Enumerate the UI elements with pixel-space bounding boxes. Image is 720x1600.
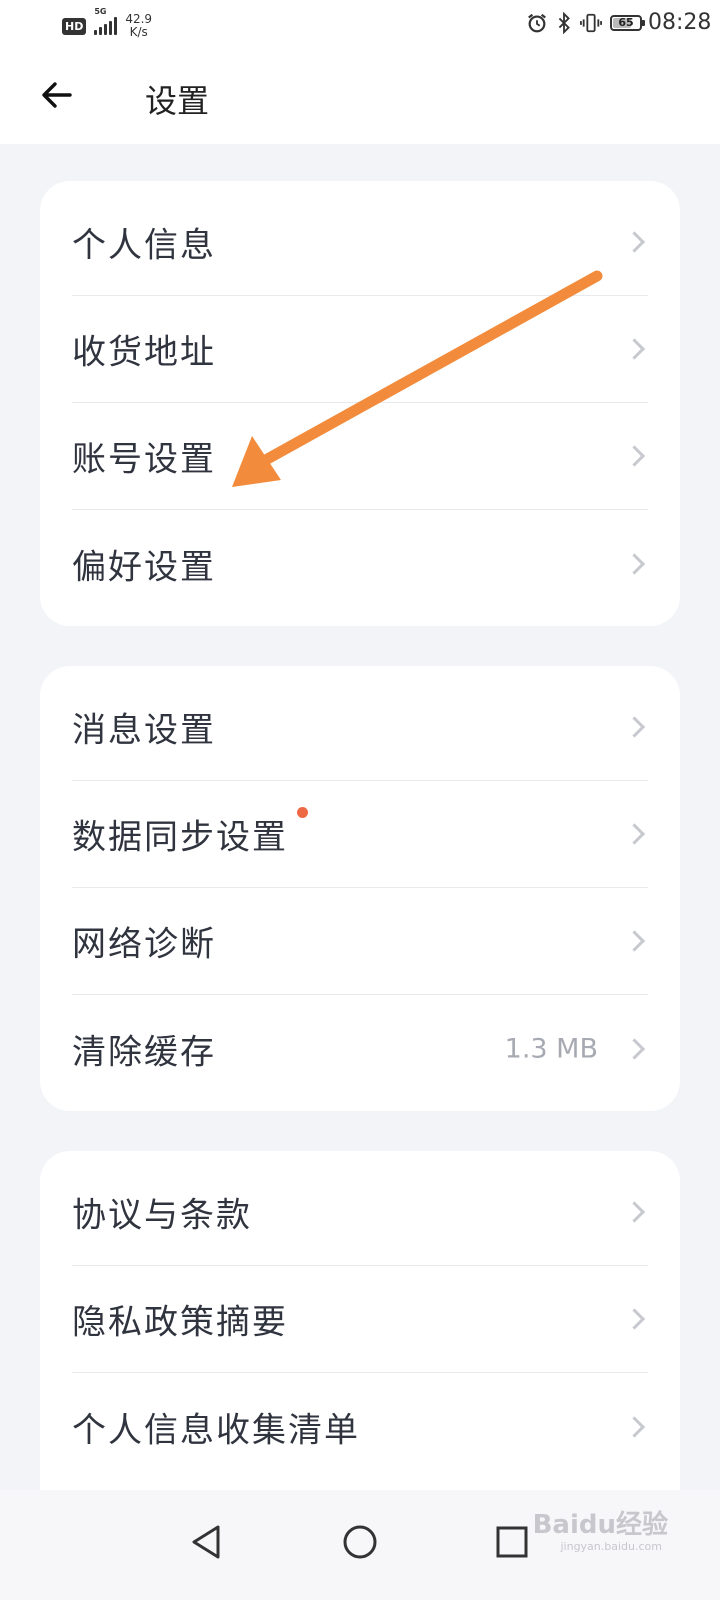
battery-icon: 65 (610, 15, 645, 31)
chevron-right-icon (623, 1037, 646, 1060)
status-right: 65 08:28 (526, 10, 711, 35)
network-type: 5G (94, 7, 107, 16)
settings-item-data-sync[interactable]: 数据同步设置 (72, 781, 648, 888)
item-label: 个人信息收集清单 (72, 1410, 360, 1450)
nav-home-button[interactable] (328, 1510, 392, 1574)
system-nav-bar: Baidu经验 jingyan.baidu.com (0, 1490, 720, 1600)
item-label: 协议与条款 (72, 1195, 252, 1236)
settings-item-message-settings[interactable]: 消息设置 (72, 674, 648, 781)
chevron-right-icon (623, 1201, 646, 1223)
item-label: 账号设置 (72, 439, 216, 480)
item-label: 个人信息 (72, 225, 216, 266)
hd-badge: HD (62, 17, 87, 35)
cache-size: 1.3 MB (504, 1033, 598, 1064)
chevron-right-icon (623, 716, 646, 738)
settings-item-preferences[interactable]: 偏好设置 (72, 510, 648, 617)
settings-item-personal-info[interactable]: 个人信息 (72, 189, 648, 296)
settings-item-account-settings[interactable]: 账号设置 (72, 403, 648, 510)
nav-back-icon (192, 1525, 220, 1559)
app-header: 设置 (0, 60, 720, 130)
chevron-right-icon (623, 338, 646, 360)
item-label: 数据同步设置 (72, 817, 288, 858)
back-arrow-icon (42, 82, 72, 108)
item-label: 清除缓存 (72, 1032, 216, 1072)
signal-icon: 5G (94, 8, 118, 35)
chevron-right-icon (623, 445, 646, 467)
chevron-right-icon (623, 1308, 646, 1330)
settings-card-general: 消息设置 数据同步设置 网络诊断 清除缓存 1.3 MB (40, 666, 680, 1111)
chevron-right-icon (623, 1415, 646, 1438)
page-title: 设置 (145, 82, 210, 120)
item-label: 收货地址 (72, 332, 216, 373)
watermark-url: jingyan.baidu.com (560, 1540, 662, 1553)
item-label: 偏好设置 (72, 547, 216, 587)
settings-item-network-diagnosis[interactable]: 网络诊断 (72, 888, 648, 995)
clock: 08:28 (648, 10, 712, 35)
chevron-right-icon (623, 930, 646, 952)
battery-level: 65 (618, 16, 634, 29)
back-button[interactable] (38, 75, 78, 115)
new-badge-dot (297, 807, 308, 818)
status-left: HD 5G 42.9 K/s (62, 8, 152, 44)
settings-item-privacy-summary[interactable]: 隐私政策摘要 (72, 1266, 648, 1373)
chevron-right-icon (623, 231, 646, 253)
speed-unit: K/s (129, 25, 148, 39)
watermark-logo: Baidu经验 (532, 1510, 668, 1540)
settings-item-shipping-address[interactable]: 收货地址 (72, 296, 648, 403)
status-bar: HD 5G 42.9 K/s 65 08:28 (0, 0, 720, 50)
settings-card-account: 个人信息 收货地址 账号设置 偏好设置 (40, 181, 680, 626)
bluetooth-icon (558, 12, 570, 34)
item-label: 消息设置 (72, 710, 216, 751)
item-label: 网络诊断 (72, 924, 216, 965)
alarm-icon (528, 13, 546, 33)
settings-item-data-collection-list[interactable]: 个人信息收集清单 (72, 1373, 648, 1480)
network-speed: 42.9 K/s (125, 13, 152, 39)
settings-item-terms[interactable]: 协议与条款 (72, 1159, 648, 1266)
vibrate-icon (580, 13, 602, 33)
chevron-right-icon (623, 823, 646, 845)
nav-home-icon (343, 1525, 377, 1559)
settings-item-clear-cache[interactable]: 清除缓存 1.3 MB (72, 995, 648, 1102)
chevron-right-icon (623, 552, 646, 575)
nav-back-button[interactable] (175, 1510, 239, 1574)
item-label: 隐私政策摘要 (72, 1302, 288, 1343)
